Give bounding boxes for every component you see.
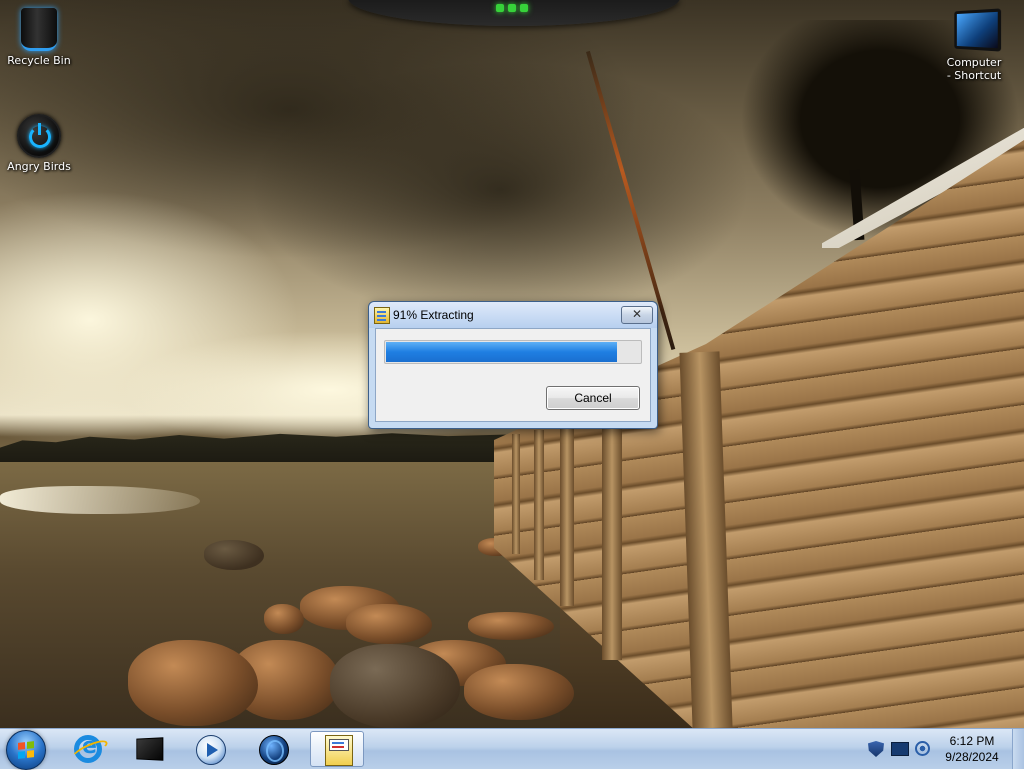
rock [128,640,258,726]
rock [330,644,460,728]
dialog-titlebar[interactable]: 91% Extracting ✕ [369,302,657,328]
taskbar-globe-app[interactable] [246,731,300,767]
windows-logo-icon [18,741,34,759]
progress-fill [386,342,617,362]
extracting-dialog: 91% Extracting ✕ Cancel [368,301,658,429]
internet-explorer-icon [74,734,102,763]
globe-icon [259,735,289,765]
installer-icon [325,735,353,766]
system-clock[interactable]: 6:12 PM 9/28/2024 [938,733,1006,765]
status-led [520,4,528,12]
desktop-icon-angry-birds[interactable]: Angry Birds [0,112,81,173]
play-icon [196,735,226,765]
status-led [508,4,516,12]
rock [468,612,554,640]
start-button[interactable] [6,730,46,770]
desktop-icon-computer-shortcut[interactable]: Computer - Shortcut [932,6,1016,82]
clock-date: 9/28/2024 [945,750,999,764]
fence-post [534,430,544,580]
rock [346,604,432,644]
desktop-icon-label: Computer - Shortcut [946,56,1002,82]
desktop-icon-label: Recycle Bin [7,54,71,67]
taskbar-setup-extracting[interactable] [310,731,364,767]
monitor-icon [952,8,1002,54]
rock [264,604,304,634]
close-button[interactable]: ✕ [621,306,653,324]
recycle-bin-icon [17,8,61,52]
show-desktop-button[interactable] [1012,729,1024,769]
dialog-title: 91% Extracting [393,308,474,322]
taskbar: 6:12 PM 9/28/2024 [0,728,1024,770]
desktop-icon-recycle-bin[interactable]: Recycle Bin [0,6,81,67]
fence-post [512,434,520,554]
taskbar-dark-monitor[interactable] [121,731,175,767]
power-icon [17,114,61,158]
rock [464,664,574,720]
status-led [496,4,504,12]
desktop-icon-label: Angry Birds [7,160,71,173]
rock [204,540,264,570]
installer-icon [374,307,390,324]
storm-cloud [250,60,750,320]
fence-post [560,426,574,606]
fence-post [602,428,622,660]
progress-bar [384,340,642,364]
dialog-body: Cancel [375,328,651,422]
volume-icon[interactable] [915,741,930,756]
cancel-button[interactable]: Cancel [546,386,640,410]
shield-icon[interactable] [868,741,884,757]
water-reflection [0,486,200,514]
monitor-icon [136,737,164,761]
taskbar-internet-explorer[interactable] [61,731,115,767]
network-icon[interactable] [891,742,909,756]
taskbar-media-player[interactable] [183,731,237,767]
clock-time: 6:12 PM [949,734,995,748]
